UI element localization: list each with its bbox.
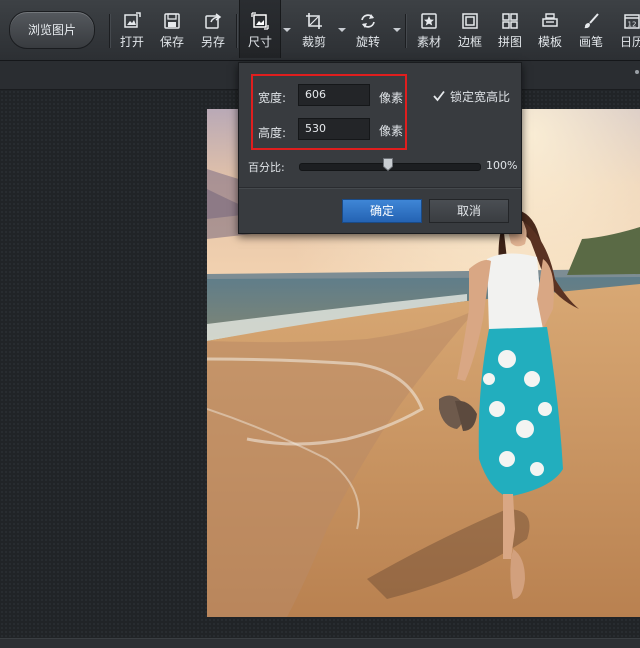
dialog-divider <box>239 187 521 188</box>
percent-slider-thumb[interactable] <box>383 158 393 171</box>
open-label: 打开 <box>119 35 144 49</box>
toolbar-separator <box>405 14 406 48</box>
save-as-label: 另存 <box>200 35 225 49</box>
resize-dropdown-arrow-icon[interactable] <box>282 26 292 34</box>
resize-label: 尺寸 <box>247 35 272 49</box>
crop-icon <box>306 13 322 29</box>
more-dot-icon <box>635 70 639 74</box>
save-as-button[interactable]: 另存 <box>193 0 233 58</box>
open-image-icon <box>124 12 141 28</box>
resize-dialog: 宽度: 606 像素 高度: 530 像素 锁定宽高比 百分比: 100% 确定… <box>238 62 522 234</box>
resize-button[interactable]: 尺寸 <box>239 0 281 58</box>
rotate-button[interactable]: 旋转 <box>348 0 388 58</box>
template-label: 模板 <box>537 35 562 49</box>
save-as-icon <box>205 13 222 29</box>
main-toolbar: 浏览图片 打开 保存 另存 尺寸 裁剪 旋转 素材 边框 拼图 模板 画笔 12… <box>0 0 640 61</box>
brush-button[interactable]: 画笔 <box>571 0 611 58</box>
brush-icon <box>584 13 599 29</box>
lock-ratio-label[interactable]: 锁定宽高比 <box>450 88 510 105</box>
rotate-dropdown-arrow-icon[interactable] <box>392 26 402 34</box>
calendar-button[interactable]: 12 日历 <box>612 0 640 58</box>
width-unit-label: 像素 <box>379 91 404 105</box>
crop-dropdown-arrow-icon[interactable] <box>337 26 347 34</box>
browse-images-button[interactable]: 浏览图片 <box>9 11 95 49</box>
collage-button[interactable]: 拼图 <box>490 0 530 58</box>
lock-ratio-checkbox[interactable] <box>433 90 445 102</box>
percent-value: 100% <box>486 159 518 172</box>
crop-button[interactable]: 裁剪 <box>294 0 334 58</box>
ok-button[interactable]: 确定 <box>342 199 422 223</box>
frame-button[interactable]: 边框 <box>450 0 490 58</box>
save-label: 保存 <box>159 35 184 49</box>
resize-icon <box>251 12 269 30</box>
height-unit-label: 像素 <box>379 124 404 138</box>
height-input[interactable]: 530 <box>298 118 370 140</box>
calendar-icon-number: 12 <box>628 21 637 29</box>
calendar-icon: 12 <box>624 14 640 29</box>
brush-label: 画笔 <box>578 35 603 49</box>
rotate-icon <box>361 14 375 28</box>
collage-icon <box>502 13 518 29</box>
sticker-label: 素材 <box>416 35 441 49</box>
width-label: 宽度: <box>258 91 287 105</box>
template-button[interactable]: 模板 <box>530 0 570 58</box>
calendar-label: 日历 <box>619 35 640 49</box>
sticker-button[interactable]: 素材 <box>409 0 449 58</box>
frame-label: 边框 <box>457 35 482 49</box>
save-button[interactable]: 保存 <box>152 0 192 58</box>
toolbar-separator <box>109 14 110 48</box>
frame-icon <box>462 13 478 29</box>
cancel-button[interactable]: 取消 <box>429 199 509 223</box>
height-label: 高度: <box>258 126 287 140</box>
sticker-icon <box>421 13 437 29</box>
open-button[interactable]: 打开 <box>112 0 152 58</box>
crop-label: 裁剪 <box>301 35 326 49</box>
percent-label: 百分比: <box>248 161 285 174</box>
toolbar-separator <box>236 14 237 48</box>
collage-label: 拼图 <box>497 35 522 49</box>
width-input[interactable]: 606 <box>298 84 370 106</box>
save-icon <box>164 13 180 29</box>
template-icon <box>542 13 558 27</box>
rotate-label: 旋转 <box>355 35 380 49</box>
